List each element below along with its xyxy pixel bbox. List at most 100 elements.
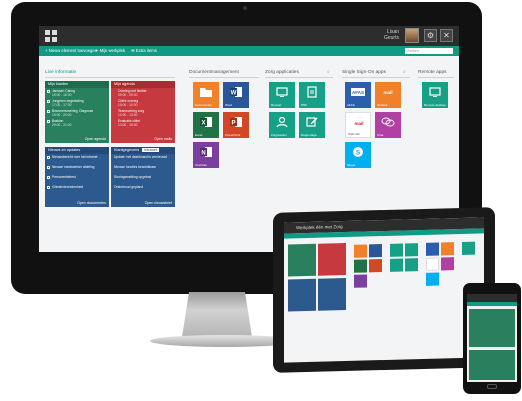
news-widget: Nieuws en updates Nieuwsbericht over het…	[45, 147, 109, 207]
tablet-tile-chat[interactable]	[441, 257, 454, 271]
word-icon: W	[230, 87, 242, 97]
widget-title: Mijn agenda	[111, 81, 175, 88]
tile-powerpoint[interactable]: P PowerPoint	[223, 112, 249, 138]
list-item[interactable]: Evaluatie cliënt 14:00 - 15:00	[111, 118, 175, 128]
list-item[interactable]: Nieuwe medewerker afdeling	[45, 164, 109, 174]
section-title-documents: Documentmanagement	[189, 70, 239, 75]
extra-items-link[interactable]: ☰ Extra items	[131, 48, 157, 53]
svg-text:X: X	[201, 121, 205, 127]
tile-skype[interactable]: S Skype	[345, 142, 371, 168]
svg-text:AFAS: AFAS	[352, 90, 364, 95]
tile-chat[interactable]: Chat	[375, 112, 401, 138]
list-item[interactable]: Storingsmelding opgelost	[111, 174, 175, 184]
user-name: Lisan Geurts	[383, 29, 399, 41]
tab-intranet[interactable]: Intranet	[142, 148, 160, 152]
tablet-tile-rooster[interactable]	[390, 243, 403, 257]
add-element-link[interactable]: + Nieuw element toevoegen	[45, 48, 97, 53]
section-title-apps: Zorg applicaties	[265, 70, 299, 75]
list-item[interactable]: Nieuwsbericht over het intranet	[45, 154, 109, 164]
action-bar: + Nieuw element toevoegen ✦ Mijn werkple…	[39, 46, 459, 56]
list-item[interactable]: Cliententevredenheid	[45, 184, 109, 194]
webmail-icon: mail	[354, 121, 363, 126]
tile-outlook[interactable]: mail Outlook	[375, 82, 401, 108]
app-grid-icon[interactable]	[45, 30, 57, 42]
tablet-widget-blue-2	[318, 277, 346, 311]
user-icon	[276, 116, 288, 128]
onenote-icon: N	[200, 147, 212, 157]
my-workspace-link[interactable]: ✦ Mijn werkplek	[95, 48, 125, 53]
widget-title: Nieuws en updates	[45, 147, 109, 154]
tablet-tile-outlook[interactable]	[441, 242, 454, 256]
tablet-tile-webmail[interactable]	[426, 257, 439, 271]
powerpoint-icon: P	[230, 117, 242, 127]
tile-excel[interactable]: X Excel	[193, 112, 219, 138]
tile-zorgdossier[interactable]: Zorgdossier	[269, 112, 295, 138]
list-item[interactable]: Janssen Caring 16:00 - 16:30	[45, 88, 109, 98]
tile-pdf[interactable]: PDF	[299, 82, 325, 108]
phone-action-bar	[467, 302, 517, 306]
close-icon[interactable]: ✕	[440, 29, 453, 42]
search-icon[interactable]: ⌕	[403, 69, 406, 75]
tablet-title: Werkplek één met Zorg	[296, 224, 343, 231]
widget-title: Klantgegevens Intranet	[111, 147, 175, 154]
phone-device	[463, 283, 521, 394]
skype-icon: S	[353, 147, 363, 157]
list-item[interactable]: Teamoverleg zorg 12:00 - 13:00	[111, 108, 175, 118]
divider	[45, 77, 175, 78]
divider	[189, 77, 259, 78]
open-documents-link[interactable]: Open documenten	[77, 201, 106, 205]
tablet-tile-word[interactable]	[369, 244, 382, 258]
svg-text:W: W	[231, 91, 237, 97]
svg-text:N: N	[201, 151, 205, 157]
svg-text:mail: mail	[383, 90, 392, 95]
phone-top-bar	[467, 294, 517, 302]
section-title-sso: Single Sign-On apps	[342, 70, 386, 75]
section-title-live-info: Live informatie	[45, 70, 77, 75]
list-item[interactable]: Bewonersoverleg, Diagnose 19:00 - 20:00	[45, 108, 109, 118]
list-item[interactable]: Update: het dashboard is vernieuwd	[111, 154, 175, 164]
tile-remote-desktop[interactable]: Remote desktop	[422, 82, 448, 108]
afas-icon: AFAS	[351, 88, 365, 96]
tablet-tile-zorgdossier[interactable]	[390, 258, 403, 272]
outlook-icon: mail	[383, 90, 392, 95]
list-item[interactable]: Cliënt overleg 10:00 - 10:30	[111, 98, 175, 108]
divider	[418, 77, 454, 78]
list-item[interactable]: Overleg met familie 09:00 - 09:30	[111, 88, 175, 98]
remote-desktop-icon	[429, 87, 441, 97]
tablet-tile-pdf[interactable]	[405, 243, 418, 257]
settings-icon[interactable]: ⚙	[424, 29, 437, 42]
open-mails-link[interactable]: Open mails	[154, 137, 172, 141]
list-item[interactable]: Personeelsfeest	[45, 174, 109, 184]
tile-word[interactable]: W Word	[223, 82, 249, 108]
tablet-tile-documents[interactable]	[354, 244, 367, 258]
phone-home-button[interactable]	[487, 384, 497, 389]
tablet-widget-blue	[288, 278, 316, 312]
tile-webmail[interactable]: mail Webmail	[345, 112, 371, 138]
tablet-tile-afas[interactable]	[426, 242, 439, 256]
tablet-tile-powerpoint[interactable]	[369, 259, 382, 273]
list-item[interactable]: Jongeren begeleiding 17:00 - 17:30	[45, 98, 109, 108]
tile-rapportage[interactable]: Rapportage	[299, 112, 325, 138]
list-item[interactable]: Onderhoud gepland	[111, 184, 175, 194]
tile-afas[interactable]: AFAS AFAS	[345, 82, 371, 108]
tablet-tile-skype[interactable]	[426, 272, 439, 286]
folder-icon	[200, 88, 212, 97]
tile-onenote[interactable]: N OneNote	[193, 142, 219, 168]
tablet-tile-onenote[interactable]	[354, 274, 367, 288]
open-newsletter-link[interactable]: Open nieuwsbrief	[145, 201, 172, 205]
list-item[interactable]: Brakton 20:00 - 21:00	[45, 118, 109, 128]
phone-widget-green	[469, 309, 515, 347]
widget-title: Mijn klanten	[45, 81, 109, 88]
avatar[interactable]	[405, 28, 419, 43]
tablet-tile-excel[interactable]	[354, 259, 367, 273]
tile-documents[interactable]: Documenten	[193, 82, 219, 108]
open-agenda-link[interactable]: Open agenda	[85, 137, 106, 141]
tablet-tile-rapportage[interactable]	[405, 258, 418, 272]
top-bar: Lisan Geurts ⚙ ✕	[39, 26, 459, 46]
search-input[interactable]: Zoeken	[405, 48, 453, 54]
search-icon[interactable]: ⌕	[327, 69, 330, 75]
tablet-tile-remote[interactable]	[462, 241, 475, 255]
divider	[265, 77, 333, 78]
tile-rooster[interactable]: Rooster	[269, 82, 295, 108]
list-item[interactable]: Nieuwe functies beschikbaar	[111, 164, 175, 174]
